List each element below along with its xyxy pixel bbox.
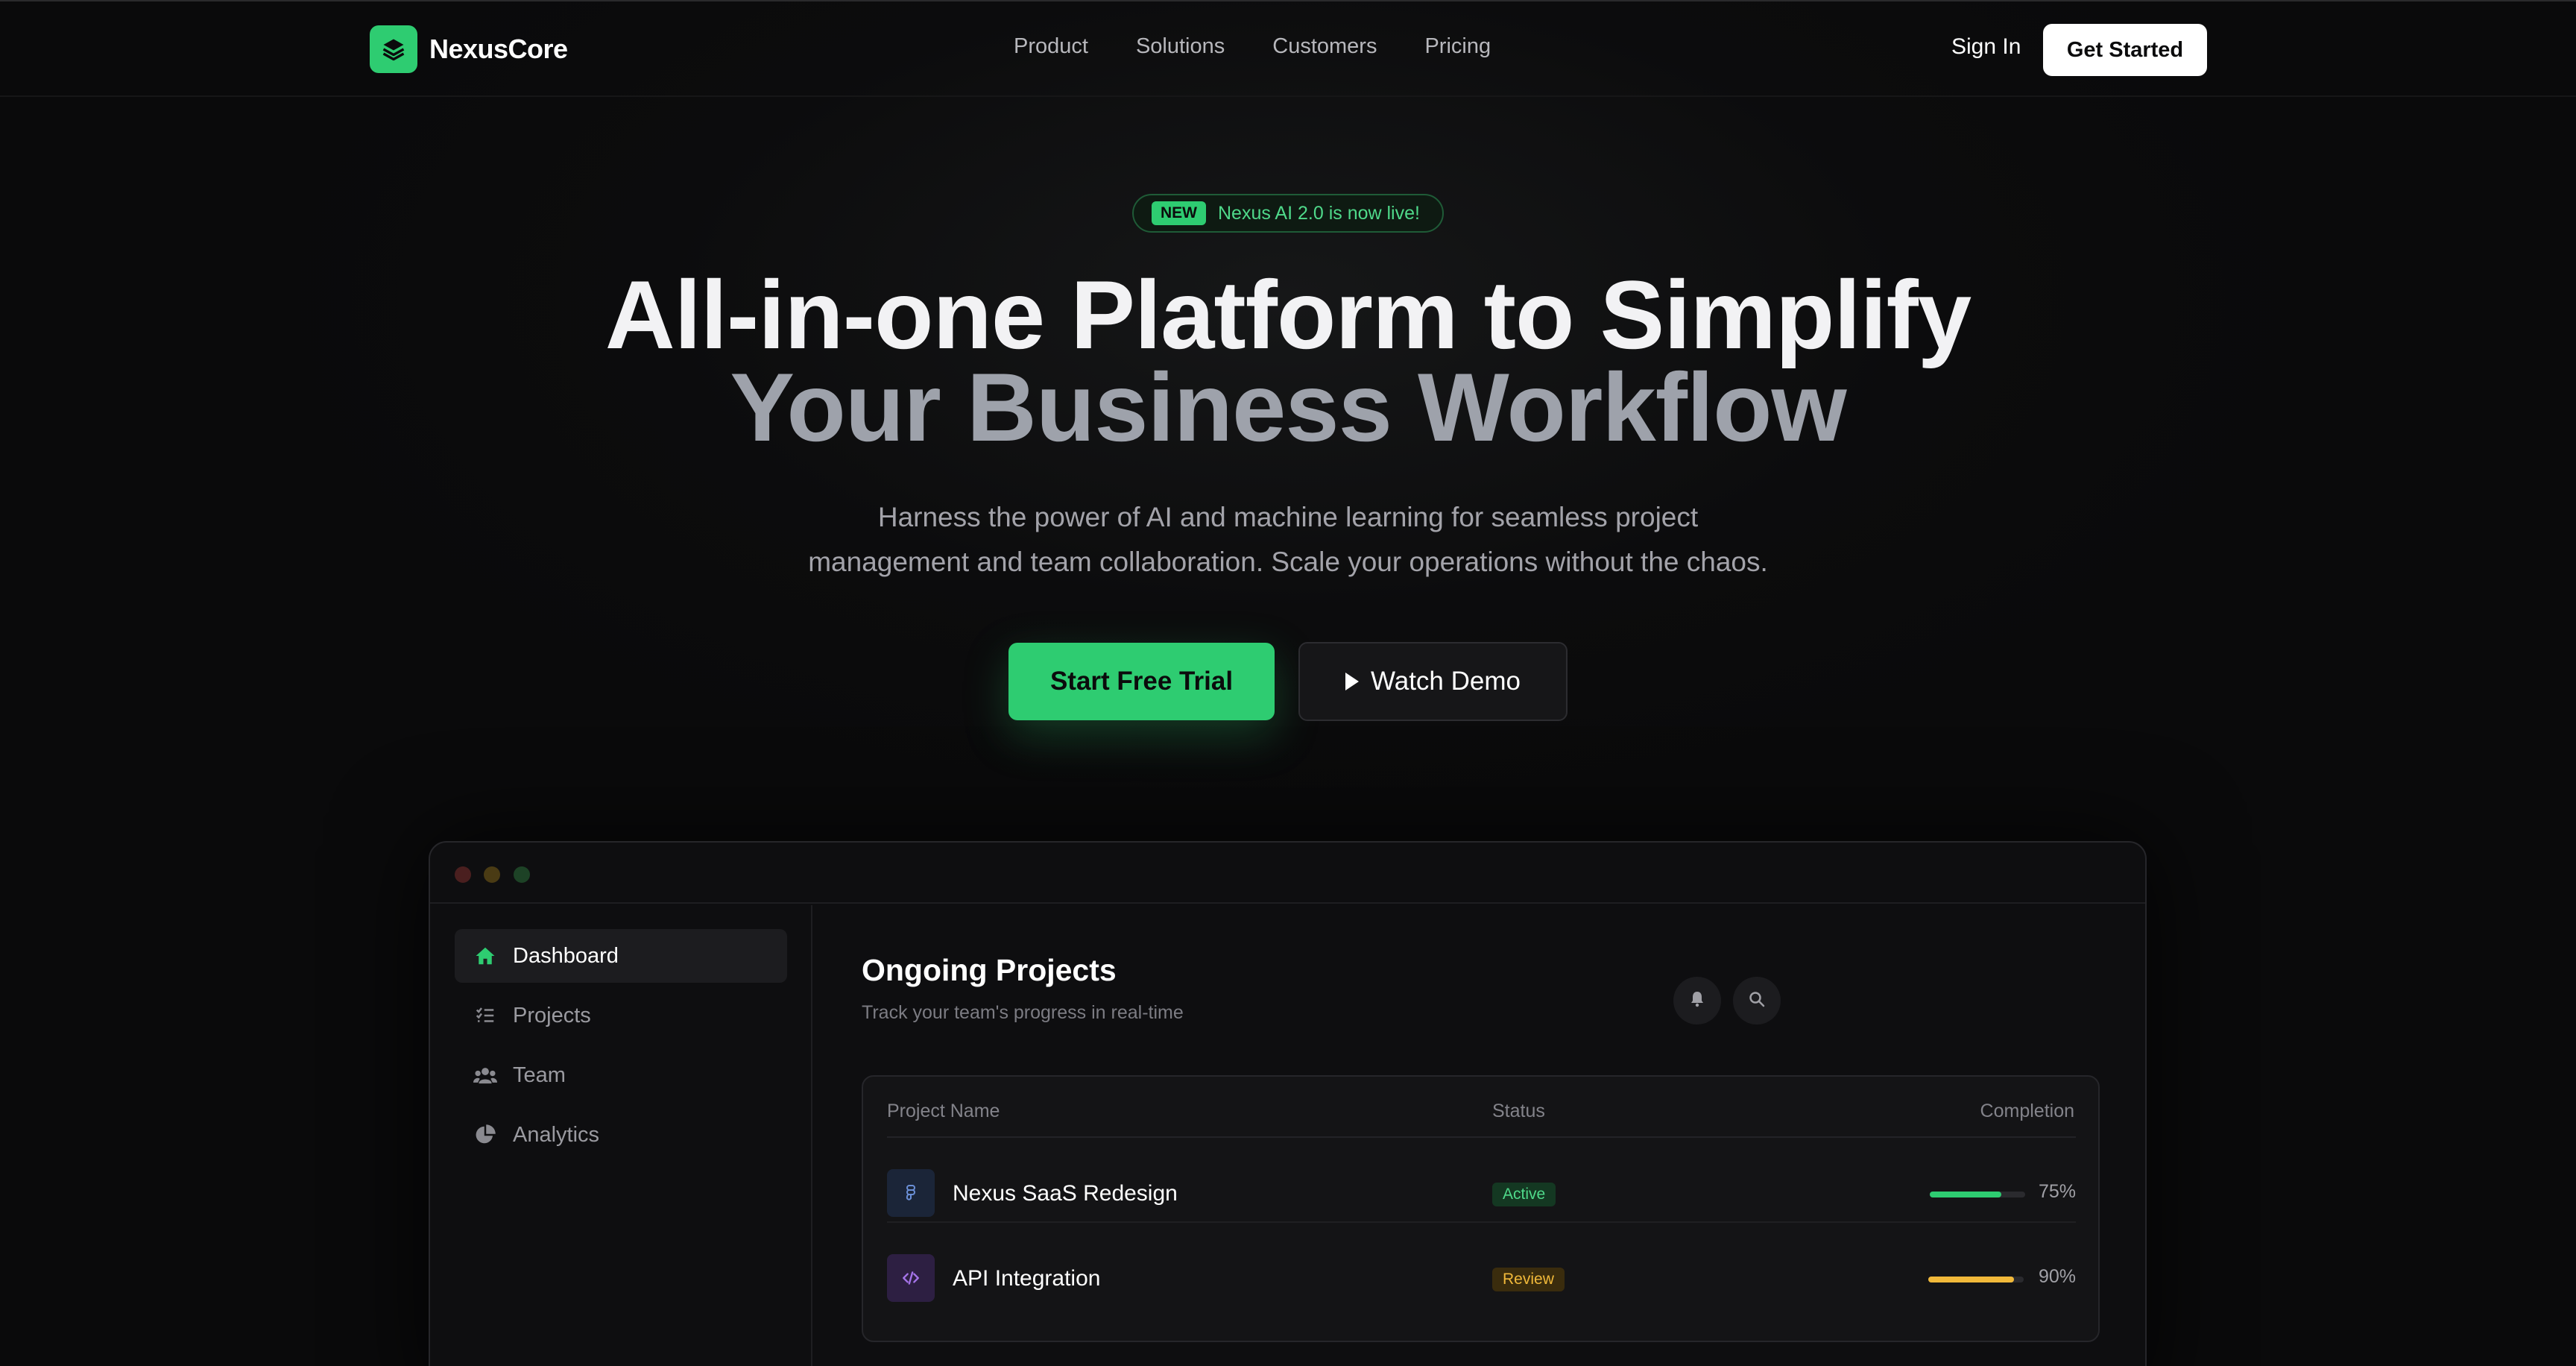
bell-icon (1688, 990, 1706, 1012)
primary-nav: Product Solutions Customers Pricing (1014, 34, 1491, 59)
section-title: Ongoing Projects (862, 953, 1117, 987)
sidebar-item-label: Dashboard (513, 943, 619, 968)
sidebar-item-label: Team (513, 1063, 566, 1087)
watch-demo-button[interactable]: Watch Demo (1298, 642, 1568, 721)
brand-logo[interactable]: NexusCore (370, 25, 568, 73)
hero-heading-line1: All-in-one Platform to Simplify (604, 260, 1972, 369)
sidebar-item-label: Projects (513, 1003, 591, 1027)
column-header-completion[interactable]: Completion (1980, 1101, 2074, 1122)
pie-chart-icon (473, 1122, 498, 1148)
brand-name: NexusCore (429, 34, 568, 64)
sidebar-item-team[interactable]: Team (455, 1048, 787, 1102)
window-maximize-dot (514, 866, 530, 883)
table-row[interactable]: Nexus SaaS Redesign Active 75% (887, 1139, 2076, 1223)
search-icon (1748, 990, 1766, 1012)
completion-percent: 90% (2038, 1266, 2076, 1287)
nav-link-pricing[interactable]: Pricing (1424, 34, 1491, 59)
new-tag: NEW (1152, 201, 1206, 225)
code-icon (887, 1254, 935, 1302)
layers-icon (370, 25, 417, 73)
completion-progress-fill (1930, 1192, 2001, 1197)
search-button[interactable] (1733, 977, 1781, 1024)
window-minimize-dot (484, 866, 500, 883)
tasks-icon (473, 1003, 498, 1028)
get-started-button[interactable]: Get Started (2043, 24, 2207, 76)
table-row[interactable]: API Integration Review 90% (887, 1224, 2076, 1308)
hero-subtitle-line2: management and team collaboration. Scale… (808, 547, 1768, 577)
top-navbar: NexusCore Product Solutions Customers Pr… (0, 1, 2576, 97)
dashboard-main: Ongoing Projects Track your team's progr… (814, 905, 2145, 1366)
sidebar-item-projects[interactable]: Projects (455, 989, 787, 1042)
sidebar-item-analytics[interactable]: Analytics (455, 1108, 787, 1162)
completion-percent: 75% (2038, 1181, 2076, 1202)
project-name: Nexus SaaS Redesign (953, 1181, 1178, 1206)
sidebar-item-dashboard[interactable]: Dashboard (455, 929, 787, 983)
users-icon (473, 1063, 498, 1088)
app-sidebar: Dashboard Projects Team Analytics (430, 905, 812, 1366)
nav-link-customers[interactable]: Customers (1272, 34, 1377, 59)
sign-in-link[interactable]: Sign In (1951, 34, 2021, 60)
home-icon (473, 943, 498, 969)
completion-progress-bar (1930, 1192, 2025, 1197)
table-header-divider (887, 1136, 2076, 1138)
sidebar-item-label: Analytics (513, 1122, 600, 1147)
projects-table: Project Name Status Completion Nexus Saa… (862, 1075, 2100, 1342)
announcement-badge[interactable]: NEW Nexus AI 2.0 is now live! (1132, 194, 1444, 233)
hero-subtitle: Harness the power of AI and machine lear… (766, 495, 1810, 585)
notifications-button[interactable] (1673, 977, 1721, 1024)
column-header-status[interactable]: Status (1492, 1101, 1545, 1122)
announcement-text: Nexus AI 2.0 is now live! (1218, 202, 1420, 224)
nav-link-solutions[interactable]: Solutions (1136, 34, 1225, 59)
play-icon (1345, 673, 1359, 690)
start-free-trial-label: Start Free Trial (1049, 667, 1234, 696)
hero-heading-line2: Your Business Workflow (730, 353, 1846, 462)
watch-demo-label: Watch Demo (1371, 667, 1521, 696)
window-titlebar (430, 843, 2145, 904)
completion-progress-bar (1928, 1277, 2024, 1282)
status-badge: Review (1492, 1268, 1565, 1291)
column-header-project-name[interactable]: Project Name (887, 1101, 1000, 1122)
status-badge: Active (1492, 1183, 1556, 1206)
completion-progress-fill (1928, 1277, 2015, 1282)
start-free-trial-button[interactable]: Start Free Trial (1008, 643, 1275, 720)
nav-link-product[interactable]: Product (1014, 34, 1088, 59)
hero-heading: All-in-one Platform to Simplify Your Bus… (0, 260, 2576, 462)
figma-icon (887, 1169, 935, 1217)
window-close-dot (455, 866, 471, 883)
hero-subtitle-line1: Harness the power of AI and machine lear… (877, 502, 1699, 532)
section-subtitle: Track your team's progress in real-time (862, 1002, 1184, 1023)
app-preview-window: Dashboard Projects Team Analytics Ongoin… (429, 841, 2147, 1366)
project-name: API Integration (953, 1266, 1101, 1291)
